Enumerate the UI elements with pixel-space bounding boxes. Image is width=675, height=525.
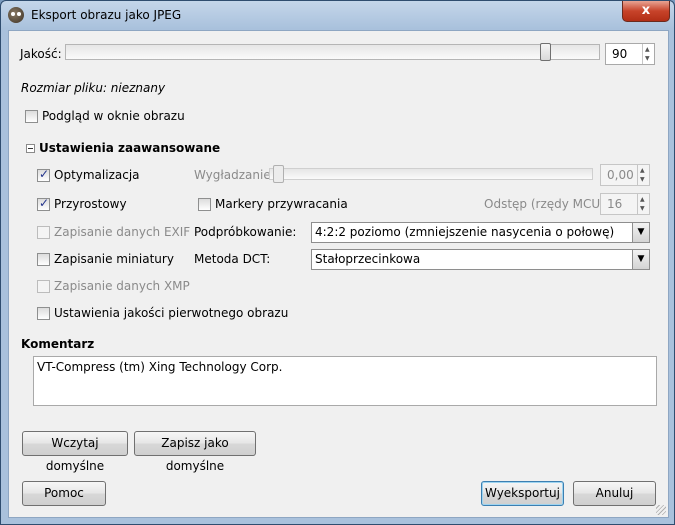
save-defaults-button[interactable]: Zapisz jako domyślne xyxy=(134,431,256,473)
chevron-down-icon[interactable]: ▼ xyxy=(632,250,649,269)
optimize-checkbox[interactable] xyxy=(37,167,50,182)
smoothing-spin-arrows: ▲ ▼ xyxy=(637,165,649,185)
comment-header: Komentarz xyxy=(21,337,95,351)
comment-text[interactable]: VT-Compress (tm) Xing Technology Corp. xyxy=(37,360,282,374)
interval-value: 16 xyxy=(607,197,623,211)
gimp-app-icon xyxy=(8,7,24,23)
file-size-text: Rozmiar pliku: nieznany xyxy=(21,81,166,95)
export-button[interactable]: Wyeksportuj xyxy=(481,481,564,506)
quality-slider-thumb[interactable] xyxy=(540,43,551,61)
save-xmp-checkbox xyxy=(37,280,50,293)
comment-textarea[interactable]: VT-Compress (tm) Xing Technology Corp. xyxy=(33,356,657,406)
close-button[interactable]: x xyxy=(622,1,670,22)
smoothing-slider-thumb xyxy=(273,165,284,183)
quality-slider[interactable] xyxy=(65,43,600,61)
smoothing-label: Wygładzanie: xyxy=(194,168,275,182)
load-defaults-button[interactable]: Wczytaj domyślne xyxy=(22,431,128,473)
original-quality-label[interactable]: Ustawienia jakości pierwotnego obrazu xyxy=(54,306,288,320)
window-title: Eksport obrazu jako JPEG xyxy=(31,8,182,22)
dct-label: Metoda DCT: xyxy=(194,252,271,266)
save-thumbnail-label[interactable]: Zapisanie miniatury xyxy=(54,252,174,266)
interval-spinbox: 16 ▲ ▼ xyxy=(600,193,650,215)
cancel-button[interactable]: Anuluj xyxy=(573,481,656,506)
advanced-header[interactable]: Ustawienia zaawansowane xyxy=(39,141,220,155)
subsampling-dropdown[interactable]: 4:2:2 poziomo (zmniejszenie nasycenia o … xyxy=(311,222,650,243)
save-exif-checkbox xyxy=(37,226,50,239)
dialog-content: Jakość: 90 ▲ ▼ Rozmiar pliku: nieznany Po… xyxy=(8,30,669,518)
dct-dropdown[interactable]: Stałoprzecinkowa ▼ xyxy=(311,249,650,270)
smoothing-spinbox: 0,00 ▲ ▼ xyxy=(600,164,650,186)
collapse-icon[interactable] xyxy=(26,144,35,153)
quality-spinbox[interactable]: 90 ▲ ▼ xyxy=(605,43,655,65)
original-quality-checkbox[interactable] xyxy=(37,307,50,320)
quality-value[interactable]: 90 xyxy=(612,47,627,61)
subsampling-label: Podpróbkowanie: xyxy=(194,225,297,239)
help-button[interactable]: Pomoc xyxy=(22,481,106,506)
optimize-label[interactable]: Optymalizacja xyxy=(54,168,140,182)
smoothing-slider xyxy=(269,165,593,183)
dialog-window: Eksport obrazu jako JPEG x Jakość: 90 ▲ ▼… xyxy=(0,0,675,525)
save-thumbnail-checkbox[interactable] xyxy=(37,253,50,266)
interval-label: Odstęp (rzędy MCU): xyxy=(484,197,609,211)
preview-checkbox[interactable] xyxy=(25,110,38,123)
save-xmp-label: Zapisanie danych XMP xyxy=(54,279,190,293)
smoothing-value: 0,00 xyxy=(607,168,634,182)
restart-markers-label[interactable]: Markery przywracania xyxy=(215,197,348,211)
save-exif-label: Zapisanie danych EXIF xyxy=(54,225,191,239)
title-bar[interactable]: Eksport obrazu jako JPEG x xyxy=(1,1,674,30)
subsampling-value: 4:2:2 poziomo (zmniejszenie nasycenia o … xyxy=(315,225,615,239)
resize-grip-icon[interactable] xyxy=(656,505,666,515)
progressive-label[interactable]: Przyrostowy xyxy=(54,197,127,211)
interval-spin-arrows: ▲ ▼ xyxy=(637,194,649,214)
chevron-down-icon[interactable]: ▼ xyxy=(632,223,649,242)
progressive-checkbox[interactable] xyxy=(37,196,50,211)
restart-markers-checkbox[interactable] xyxy=(198,198,211,211)
preview-label[interactable]: Podgląd w oknie obrazu xyxy=(42,109,185,123)
dct-value: Stałoprzecinkowa xyxy=(315,252,421,266)
quality-label: Jakość: xyxy=(20,47,62,61)
quality-spin-arrows[interactable]: ▲ ▼ xyxy=(642,44,654,64)
